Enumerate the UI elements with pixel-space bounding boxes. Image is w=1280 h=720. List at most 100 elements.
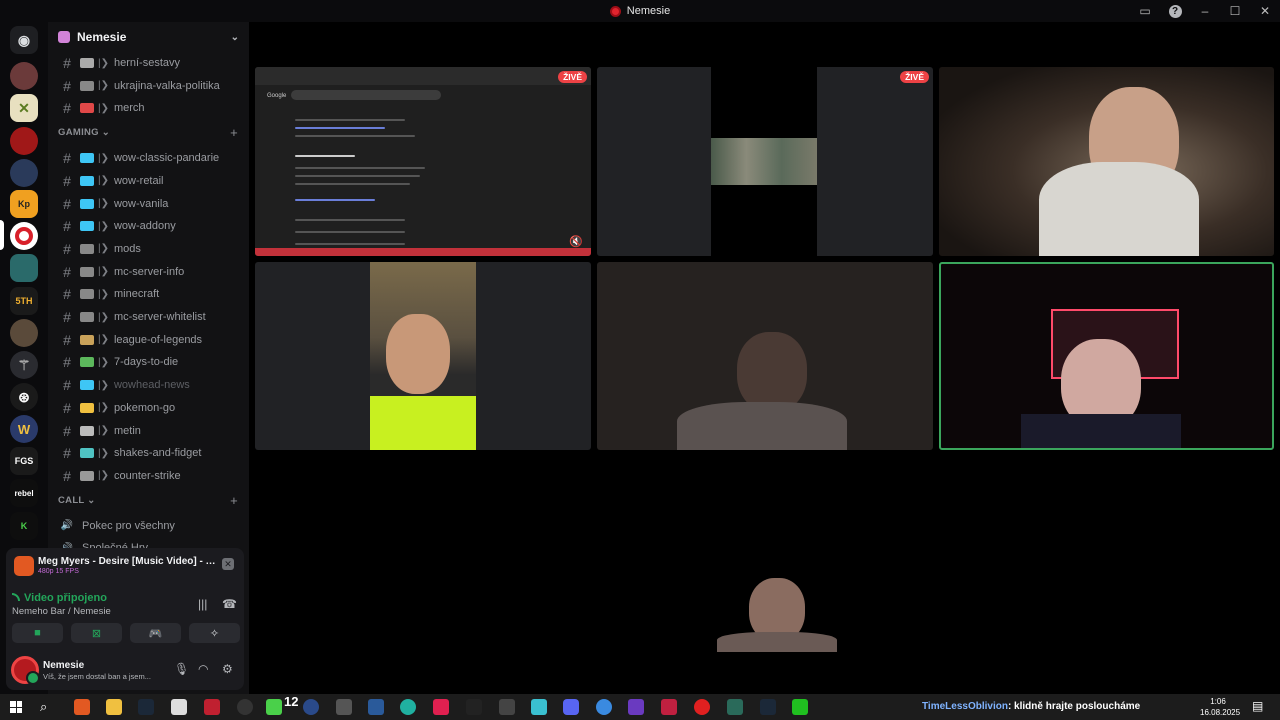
hash-icon: # [63,467,71,484]
server-icon[interactable]: K [10,512,38,540]
app-icon[interactable] [433,699,449,715]
text-channel[interactable]: # |❯ wowhead-news [54,374,244,396]
text-channel[interactable]: # |❯ ukrajina-valka-politika [54,75,244,97]
brave-icon[interactable] [74,699,90,715]
close-button[interactable]: ✕ [1250,0,1280,22]
stream-tile[interactable]: ŽIVĚ [597,67,933,256]
app-icon[interactable] [204,699,220,715]
camera-tile[interactable] [255,262,591,450]
add-channel-icon[interactable]: + [230,125,238,140]
text-channel[interactable]: # |❯ shakes-and-fidget [54,442,244,464]
text-channel[interactable]: # |❯ wow-classic-pandarie [54,147,244,169]
guild-header[interactable]: Nemesie ⌄ [48,22,249,52]
server-icon[interactable]: ✕ [10,94,38,122]
disconnect-icon[interactable]: ☎ [222,597,237,611]
server-icon[interactable]: ⊛ [10,383,38,411]
text-channel[interactable]: # |❯ wow-addony [54,215,244,237]
server-icon[interactable] [10,319,38,347]
server-icon[interactable]: 5TH [10,287,38,315]
camera-tile[interactable] [939,67,1274,256]
headphones-icon[interactable]: ◠ [198,662,208,676]
maximize-button[interactable]: ☐ [1220,0,1250,22]
close-stream-icon[interactable]: ✕ [222,558,234,570]
camera-button[interactable]: ■ [12,623,63,643]
server-icon[interactable]: FGS [10,447,38,475]
app-icon[interactable] [727,699,743,715]
chrome-icon[interactable] [596,699,612,715]
steam-icon[interactable] [138,699,154,715]
help-icon[interactable]: ? [1160,0,1190,22]
category-call[interactable]: CALL ⌄ + [58,493,244,508]
server-icon[interactable]: ⚚ [10,351,38,379]
text-channel[interactable]: # |❯ wow-vanila [54,193,244,215]
channel-emoji-icon [80,334,94,345]
app-icon[interactable] [694,699,710,715]
participant-face [737,332,807,412]
text-channel[interactable]: # |❯ mods [54,238,244,260]
windows-start-icon[interactable] [10,701,22,713]
epic-games-icon[interactable] [466,699,482,715]
server-icon-nemesie[interactable] [10,222,38,250]
app-icon[interactable] [792,699,808,715]
file-explorer-icon[interactable] [106,699,122,715]
steam-icon[interactable] [760,699,776,715]
add-channel-icon[interactable]: + [230,493,238,508]
avatar[interactable] [11,656,40,685]
app-icon[interactable] [531,699,547,715]
channel-name: merch [113,102,145,115]
app-icon[interactable] [368,699,384,715]
camera-tile[interactable] [687,552,847,667]
server-icon[interactable] [10,62,38,90]
app-icon[interactable] [171,699,187,715]
app-icon[interactable] [400,699,416,715]
soundboard-button[interactable]: ✧ [189,623,240,643]
system-clock[interactable]: 1:06 16.08.2025 [1200,696,1240,718]
server-icon[interactable] [10,159,38,187]
server-icon[interactable]: rebel [10,479,38,507]
text-channel[interactable]: # |❯ metin [54,420,244,442]
screen-share-tile[interactable]: Google ŽIVĚ 🔇 [255,67,591,256]
text-channel[interactable]: # |❯ herní-sestavy [54,52,244,74]
notification-icon[interactable]: ▤ [1252,699,1268,715]
app-icon[interactable] [336,699,352,715]
camera-tile-speaking[interactable] [939,262,1274,450]
muted-speaker-icon[interactable]: 🔇 [569,235,583,248]
server-icon[interactable] [10,254,38,282]
discord-icon[interactable] [563,699,579,715]
app-icon[interactable] [661,699,677,715]
text-channel[interactable]: # |❯ mc-server-info [54,261,244,283]
app-icon[interactable] [499,699,515,715]
activities-button[interactable]: 🎮 [130,623,181,643]
text-channel[interactable]: # |❯ minecraft [54,283,244,305]
camera-tile[interactable] [597,262,933,450]
text-channel[interactable]: # |❯ mc-server-whitelist [54,306,244,328]
text-channel[interactable]: # |❯ counter-strike [54,465,244,487]
microphone-icon[interactable]: 🎙 [174,662,189,676]
voice-channel-name[interactable]: Nemeho Bar / Nemesie [12,606,111,617]
category-gaming[interactable]: GAMING ⌄ + [58,125,244,140]
activity-stream[interactable]: Meg Myers - Desire [Music Video] - YouTu… [6,548,244,582]
screen-share-button[interactable]: ⊠ [71,623,122,643]
server-icon[interactable]: Kp [10,190,38,218]
settings-gear-icon[interactable]: ⚙ [222,662,233,676]
text-channel[interactable]: # |❯ 7-days-to-die [54,351,244,373]
app-icon[interactable] [266,699,282,715]
user-name[interactable]: Nemesie [43,660,84,671]
noise-suppression-icon[interactable]: ||| [198,597,207,611]
text-channel[interactable]: # |❯ wow-retail [54,170,244,192]
server-icon[interactable]: W [10,415,38,443]
minimize-button[interactable]: – [1190,0,1220,22]
app-icon[interactable] [237,699,253,715]
app-icon[interactable] [628,699,644,715]
text-channel[interactable]: # |❯ pokemon-go [54,397,244,419]
hash-icon: # [63,55,71,71]
inbox-icon[interactable]: ▭ [1130,0,1160,22]
text-channel[interactable]: # |❯ merch [54,97,244,119]
voice-channel[interactable]: 🔊 Pokec pro všechny [54,515,244,537]
app-icon[interactable] [303,699,319,715]
participant-shirt [1021,414,1181,448]
text-channel[interactable]: # |❯ league-of-legends [54,329,244,351]
server-icon[interactable] [10,127,38,155]
discord-home-icon[interactable]: ◉ [10,26,38,54]
search-icon[interactable]: ⌕ [40,699,56,715]
